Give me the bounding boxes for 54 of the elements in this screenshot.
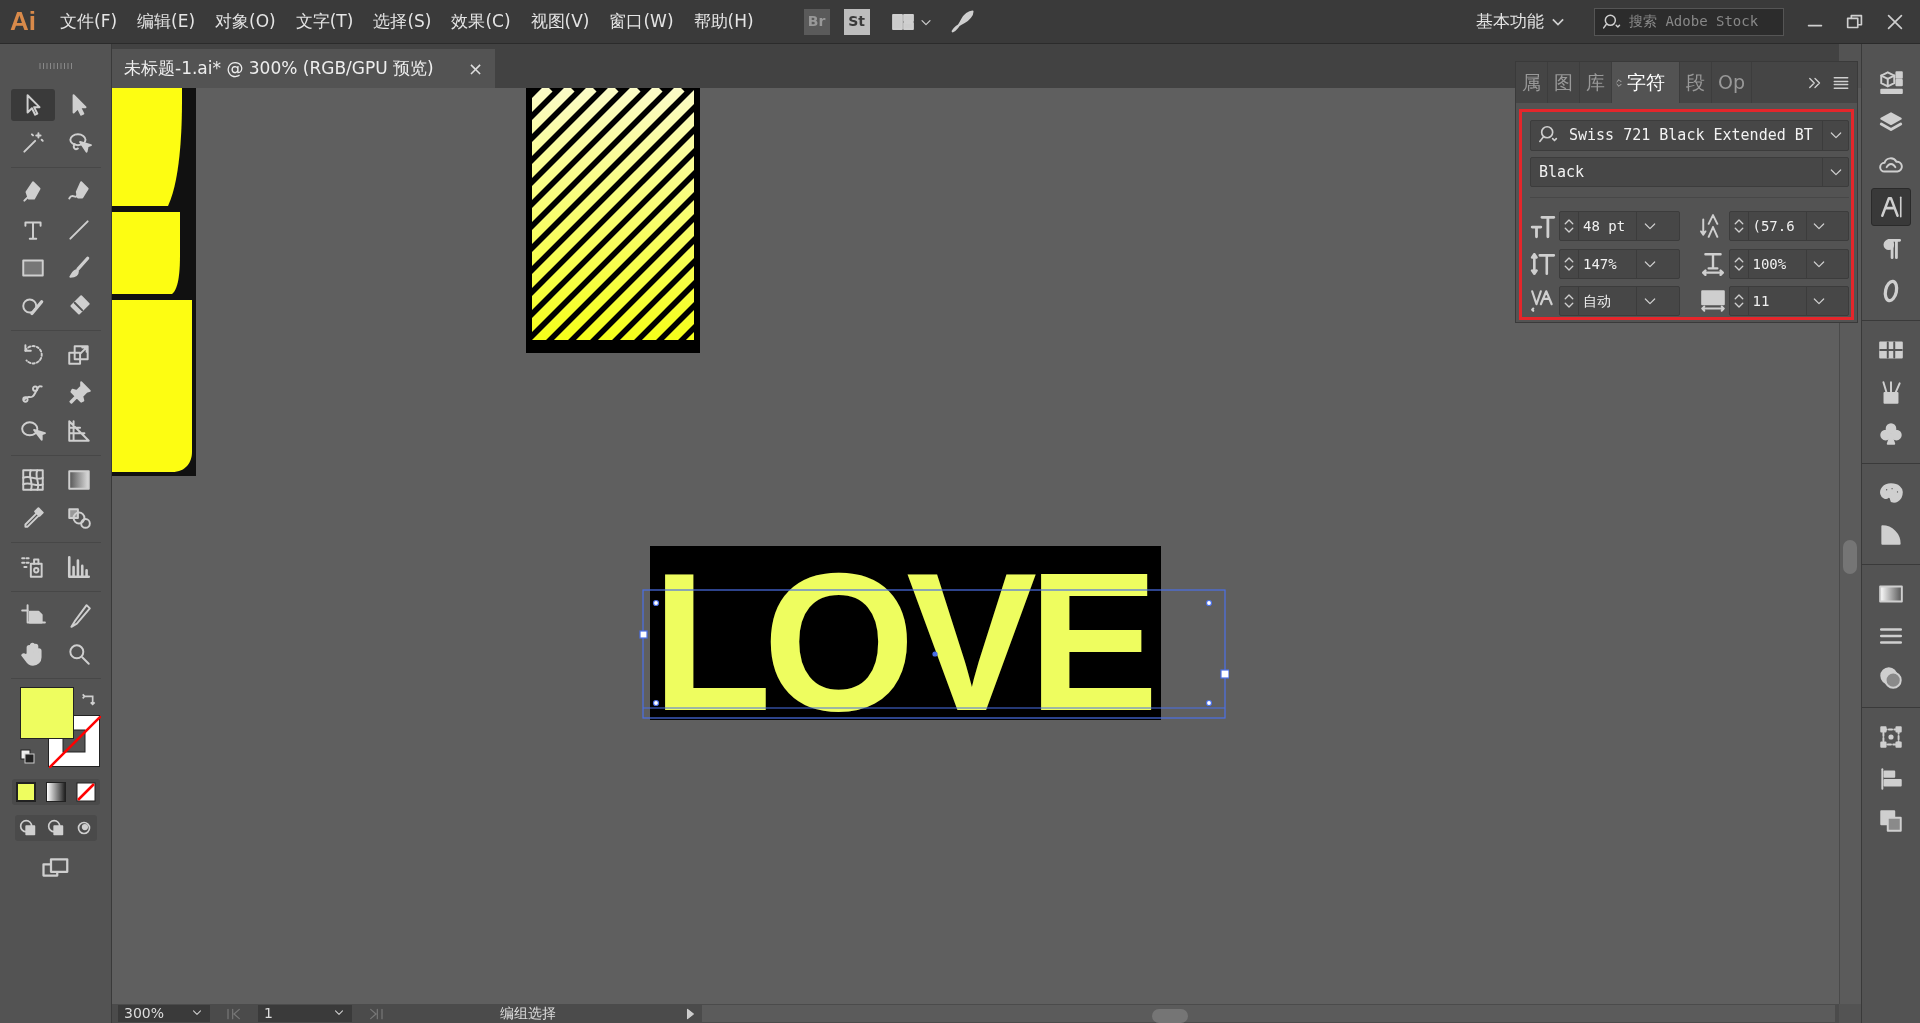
- leading-field[interactable]: (57.6: [1728, 211, 1849, 242]
- menu-item[interactable]: 窗口(W): [599, 8, 684, 35]
- stock-button[interactable]: St: [843, 8, 870, 35]
- tab-close-button[interactable]: ×: [467, 55, 483, 82]
- squares-icon[interactable]: [1878, 808, 1904, 834]
- horizontal-scrollbar[interactable]: [702, 1005, 1835, 1022]
- fan-icon[interactable]: [1878, 522, 1904, 548]
- horizontal-scale-field[interactable]: 100%: [1728, 248, 1849, 279]
- align-icon[interactable]: [1878, 766, 1904, 792]
- letter-a-icon[interactable]: [1878, 194, 1904, 220]
- menu-item[interactable]: 视图(V): [520, 8, 600, 35]
- font-style-dropdown[interactable]: Black: [1530, 156, 1849, 188]
- vertical-scale-field[interactable]: 147%: [1559, 248, 1680, 279]
- horizontal-scale-icon: [1699, 250, 1726, 277]
- gradient-mode-button[interactable]: [45, 781, 66, 802]
- vertical-scale-icon: [1530, 250, 1556, 277]
- menu-item[interactable]: 文件(F): [50, 8, 128, 35]
- default-colors-icon[interactable]: [19, 748, 36, 765]
- circles-icon[interactable]: [1878, 665, 1904, 691]
- none-mode-button[interactable]: [75, 781, 96, 802]
- workspace-switcher[interactable]: 基本功能: [1470, 7, 1570, 36]
- scroll-thumb[interactable]: [1843, 540, 1857, 574]
- palette-icon[interactable]: [1878, 480, 1904, 506]
- club-icon[interactable]: [1878, 421, 1904, 447]
- color-mode-button[interactable]: [15, 781, 36, 802]
- panel-tab[interactable]: 字符: [1612, 62, 1680, 103]
- mesh-icon[interactable]: [19, 466, 46, 493]
- caret-icon: [1552, 17, 1564, 26]
- font-family-dropdown[interactable]: Swiss 721 Black Extended BT: [1530, 120, 1849, 151]
- kerning-field[interactable]: 自动: [1559, 286, 1680, 317]
- font-size-field[interactable]: 48 pt: [1559, 211, 1680, 242]
- search-field[interactable]: 搜索 Adobe Stock: [1594, 7, 1784, 36]
- tracking-field[interactable]: 11: [1728, 286, 1849, 317]
- bar-chart-icon[interactable]: [65, 553, 92, 580]
- tracking-icon: [1699, 288, 1726, 315]
- menu-item[interactable]: 编辑(E): [127, 8, 206, 35]
- app-logo: Ai: [9, 5, 37, 38]
- kerning-icon: [1530, 288, 1556, 315]
- menu-item[interactable]: 选择(S): [363, 8, 442, 35]
- font-size-icon: [1530, 213, 1556, 240]
- perspective-grid-icon[interactable]: [65, 417, 92, 444]
- zoom-dropdown[interactable]: 300%: [118, 1005, 210, 1022]
- canvas-text: LOVE: [650, 546, 1161, 720]
- menu-item[interactable]: 文字(T): [285, 8, 364, 35]
- menu-item[interactable]: 帮助(H): [683, 8, 764, 35]
- cube-icon[interactable]: [1878, 68, 1904, 94]
- status-text: 编组选择: [500, 1004, 557, 1023]
- transform-icon[interactable]: [1878, 724, 1904, 750]
- artboard-dropdown[interactable]: 1: [258, 1005, 352, 1022]
- scroll-thumb[interactable]: [1152, 1009, 1188, 1023]
- menu-item[interactable]: 效果(C): [441, 8, 521, 35]
- document-tab[interactable]: 未标题-1.ai* @ 300% (RGB/GPU 预览) ×: [112, 49, 495, 88]
- fill-swatch[interactable]: [19, 686, 74, 739]
- menu-item[interactable]: 对象(O): [205, 8, 286, 35]
